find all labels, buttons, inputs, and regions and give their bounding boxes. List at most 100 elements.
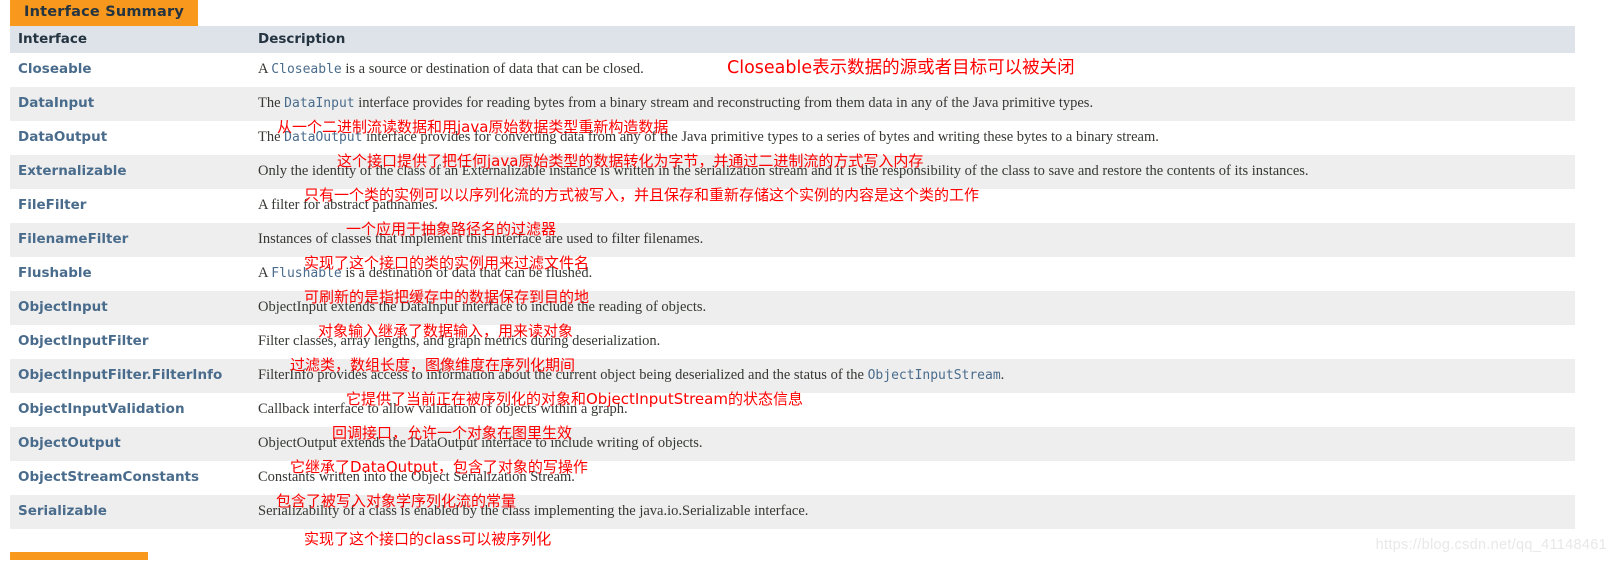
description-cell: Filter classes, array lengths, and graph… bbox=[248, 325, 1575, 359]
description-cell: A Flushable is a destination of data tha… bbox=[248, 257, 1575, 291]
text-span: The bbox=[258, 95, 285, 111]
interface-cell: ObjectInput bbox=[10, 291, 248, 325]
description-text: Instances of classes that implement this… bbox=[248, 223, 1575, 248]
interface-link[interactable]: DataInput bbox=[10, 87, 248, 111]
caption-label: Interface Summary bbox=[10, 0, 198, 26]
text-span: Constants written into the Object Serial… bbox=[258, 469, 575, 485]
interface-cell: Externalizable bbox=[10, 155, 248, 189]
table-row: Flushable A Flushable is a destination of… bbox=[10, 257, 1575, 291]
table-row: ObjectInputValidation Callback interface … bbox=[10, 393, 1575, 427]
text-span: ObjectInput extends the DataInput interf… bbox=[258, 299, 707, 315]
description-cell: The DataInput interface provides for rea… bbox=[248, 87, 1575, 121]
text-span: Only the identity of the class of an Ext… bbox=[258, 163, 1309, 179]
description-cell: The DataOutput interface provides for co… bbox=[248, 121, 1575, 155]
text-span: interface provides for reading bytes fro… bbox=[354, 95, 1094, 111]
bottom-accent-bar bbox=[10, 552, 148, 560]
text-span: ObjectOutput extends the DataOutput inte… bbox=[258, 435, 703, 451]
code-span: Closeable bbox=[271, 62, 342, 77]
description-text: The DataOutput interface provides for co… bbox=[248, 121, 1575, 146]
text-span: The bbox=[258, 129, 285, 145]
interface-cell: DataOutput bbox=[10, 121, 248, 155]
code-span: DataInput bbox=[284, 96, 355, 111]
interface-cell: FileFilter bbox=[10, 189, 248, 223]
text-span: Filter classes, array lengths, and graph… bbox=[258, 333, 661, 349]
description-text: A filter for abstract pathnames. bbox=[248, 189, 1575, 214]
interface-link[interactable]: ObjectInputFilter bbox=[10, 325, 248, 349]
description-cell: A filter for abstract pathnames. bbox=[248, 189, 1575, 223]
interface-link[interactable]: Serializable bbox=[10, 495, 248, 519]
interface-summary-table: Interface Description Closeable A Closeab… bbox=[10, 26, 1575, 529]
table-row: ObjectInput ObjectInput extends the DataI… bbox=[10, 291, 1575, 325]
text-span: A bbox=[258, 61, 272, 77]
text-span: Callback interface to allow validation o… bbox=[258, 401, 628, 417]
interface-link[interactable]: ObjectInputValidation bbox=[10, 393, 248, 417]
text-span: . bbox=[1000, 367, 1005, 383]
description-cell: Instances of classes that implement this… bbox=[248, 223, 1575, 257]
interface-cell: Flushable bbox=[10, 257, 248, 291]
description-cell: Only the identity of the class of an Ext… bbox=[248, 155, 1575, 189]
interface-link[interactable]: DataOutput bbox=[10, 121, 248, 145]
description-cell: A Closeable is a source or destination o… bbox=[248, 53, 1575, 87]
description-cell: ObjectOutput extends the DataOutput inte… bbox=[248, 427, 1575, 461]
interface-link[interactable]: ObjectInputFilter.FilterInfo bbox=[10, 359, 248, 383]
code-span: ObjectInputStream bbox=[867, 368, 1001, 383]
description-text: FilterInfo provides access to informatio… bbox=[248, 359, 1575, 384]
code-span: Flushable bbox=[271, 266, 342, 281]
table-row: DataInput The DataInput interface provide… bbox=[10, 87, 1575, 121]
description-text: Constants written into the Object Serial… bbox=[248, 461, 1575, 486]
interface-link[interactable]: FileFilter bbox=[10, 189, 248, 213]
text-span: A filter for abstract pathnames. bbox=[258, 197, 438, 213]
table-row: ObjectOutput ObjectOutput extends the Dat… bbox=[10, 427, 1575, 461]
description-text: A Flushable is a destination of data tha… bbox=[248, 257, 1575, 282]
interface-cell: ObjectOutput bbox=[10, 427, 248, 461]
interface-cell: Serializable bbox=[10, 495, 248, 529]
interface-link[interactable]: Externalizable bbox=[10, 155, 248, 179]
description-text: Only the identity of the class of an Ext… bbox=[248, 155, 1575, 180]
table-row: FilenameFilter Instances of classes that … bbox=[10, 223, 1575, 257]
description-text: ObjectInput extends the DataInput interf… bbox=[248, 291, 1575, 316]
text-span: A bbox=[258, 265, 272, 281]
interface-link[interactable]: ObjectOutput bbox=[10, 427, 248, 451]
text-span: FilterInfo provides access to informatio… bbox=[258, 367, 868, 383]
column-header-interface: Interface bbox=[10, 26, 248, 53]
description-text: ObjectOutput extends the DataOutput inte… bbox=[248, 427, 1575, 452]
interface-cell: FilenameFilter bbox=[10, 223, 248, 257]
table-row: ObjectInputFilter.FilterInfo FilterInfo p… bbox=[10, 359, 1575, 393]
description-cell: Serializability of a class is enabled by… bbox=[248, 495, 1575, 529]
table-header-row: Interface Description bbox=[10, 26, 1575, 53]
description-text: Callback interface to allow validation o… bbox=[248, 393, 1575, 418]
table-row: DataOutput The DataOutput interface provi… bbox=[10, 121, 1575, 155]
interface-cell: ObjectInputValidation bbox=[10, 393, 248, 427]
table-row: Closeable A Closeable is a source or dest… bbox=[10, 53, 1575, 87]
table-body: Closeable A Closeable is a source or dest… bbox=[10, 53, 1575, 529]
description-text: Filter classes, array lengths, and graph… bbox=[248, 325, 1575, 350]
table-row: ObjectInputFilter Filter classes, array l… bbox=[10, 325, 1575, 359]
table-row: Externalizable Only the identity of the c… bbox=[10, 155, 1575, 189]
interface-cell: DataInput bbox=[10, 87, 248, 121]
code-span: DataOutput bbox=[284, 130, 363, 145]
text-span: is a source or destination of data that … bbox=[341, 61, 644, 77]
interface-link[interactable]: FilenameFilter bbox=[10, 223, 248, 247]
text-span: is a destination of data that can be flu… bbox=[341, 265, 593, 281]
description-text: Serializability of a class is enabled by… bbox=[248, 495, 1575, 520]
interface-cell: ObjectInputFilter.FilterInfo bbox=[10, 359, 248, 393]
description-cell: ObjectInput extends the DataInput interf… bbox=[248, 291, 1575, 325]
description-text: A Closeable is a source or destination o… bbox=[248, 53, 1575, 78]
description-cell: Constants written into the Object Serial… bbox=[248, 461, 1575, 495]
description-cell: FilterInfo provides access to informatio… bbox=[248, 359, 1575, 393]
interface-cell: ObjectStreamConstants bbox=[10, 461, 248, 495]
interface-link[interactable]: ObjectInput bbox=[10, 291, 248, 315]
interface-link[interactable]: ObjectStreamConstants bbox=[10, 461, 248, 485]
text-span: Serializability of a class is enabled by… bbox=[258, 503, 809, 519]
annotation-note: 实现了这个接口的class可以被序列化 bbox=[304, 530, 552, 548]
interface-link[interactable]: Closeable bbox=[10, 53, 248, 77]
column-header-description: Description bbox=[248, 26, 1575, 53]
table-row: Serializable Serializability of a class i… bbox=[10, 495, 1575, 529]
interface-cell: ObjectInputFilter bbox=[10, 325, 248, 359]
interface-summary-caption: Interface Summary bbox=[10, 0, 198, 26]
watermark: https://blog.csdn.net/qq_41148461 bbox=[1375, 537, 1607, 553]
interface-cell: Closeable bbox=[10, 53, 248, 87]
text-span: interface provides for converting data f… bbox=[362, 129, 1159, 145]
table-row: ObjectStreamConstants Constants written i… bbox=[10, 461, 1575, 495]
interface-link[interactable]: Flushable bbox=[10, 257, 248, 281]
